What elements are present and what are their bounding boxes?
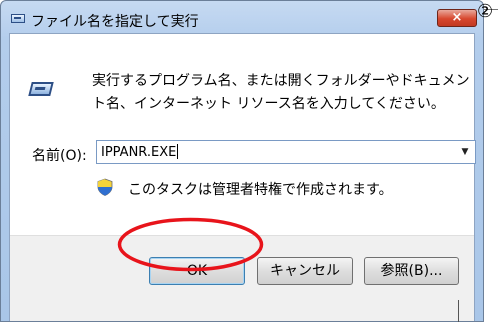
cancel-button[interactable]: キャンセル [257,257,353,285]
step-marker: ② [477,1,494,22]
close-button[interactable]: × [437,9,477,27]
name-input[interactable]: IPPANR.EXE [101,144,179,160]
title-bar[interactable]: ファイル名を指定して実行 × [1,1,483,33]
name-label: 名前(O): [32,148,87,164]
name-input-value: IPPANR.EXE [101,145,177,160]
edge-line [458,300,459,322]
uac-shield-icon [97,178,113,196]
text-caret [177,144,179,159]
run-icon [28,82,54,96]
name-combobox[interactable]: IPPANR.EXE ▼ [96,140,476,164]
instructions-text: 実行するプログラム名、または開くフォルダーやドキュメント名、インターネット リソ… [92,73,470,112]
chevron-down-icon[interactable]: ▼ [455,141,475,163]
window-title: ファイル名を指定して実行 [31,14,199,30]
run-dialog: ファイル名を指定して実行 × 実行するプログラム名、または開くフォルダーやドキュ… [0,0,484,322]
admin-privilege-note: このタスクは管理者特権で作成されます。 [128,182,393,198]
browse-button[interactable]: 参照(B)... [364,257,459,285]
run-dialog-icon [11,14,25,23]
ok-button[interactable]: OK [149,257,245,285]
